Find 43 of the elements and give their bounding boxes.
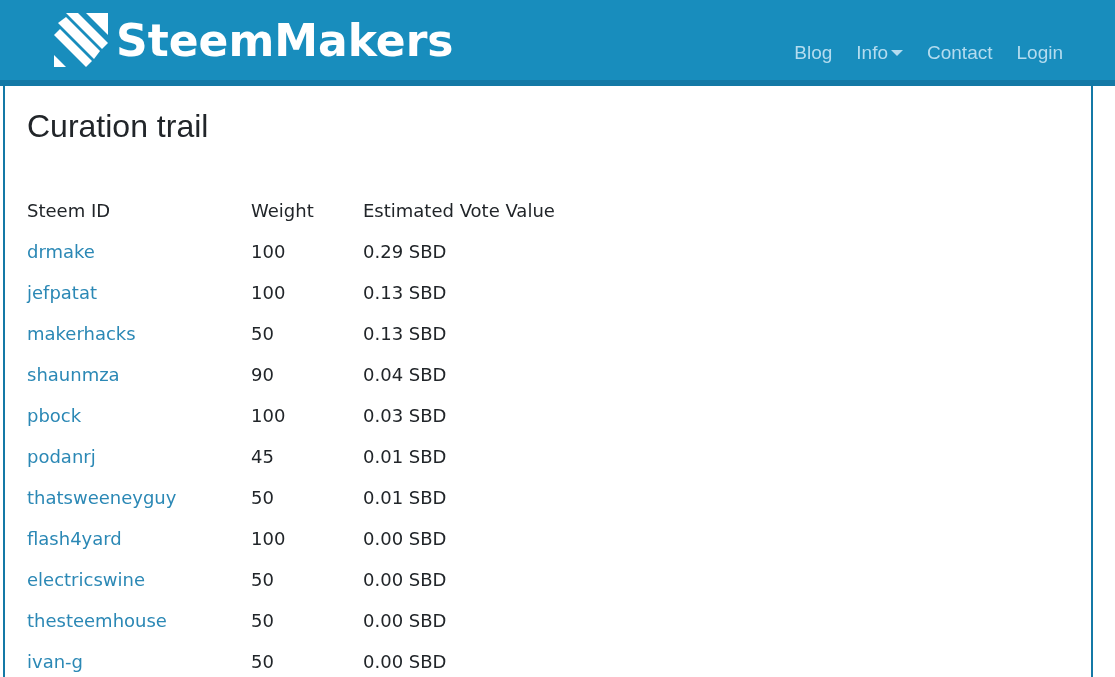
vote-value-cell-text: 0.29 SBD <box>363 240 448 264</box>
vote-value-cell-text: 0.03 SBD <box>363 404 448 428</box>
user-link[interactable]: shaunmza <box>27 364 120 385</box>
user-link[interactable]: electricswine <box>27 569 145 590</box>
weight-cell-text: 50 <box>251 650 275 674</box>
vote-value-cell-text: 0.13 SBD <box>363 322 448 346</box>
user-link[interactable]: flash4yard <box>27 528 122 549</box>
vote-value-cell-text: 0.01 SBD <box>363 486 448 510</box>
weight-cell-text: 100 <box>251 527 287 551</box>
logo-icon <box>52 11 110 69</box>
column-header: Weight <box>251 199 315 223</box>
page-title: Curation trail <box>27 108 209 145</box>
user-link[interactable]: makerhacks <box>27 323 136 344</box>
vote-value-cell-text: 0.01 SBD <box>363 445 448 469</box>
nav-link[interactable]: Contact <box>927 42 993 64</box>
weight-cell-text: 50 <box>251 609 275 633</box>
user-link[interactable]: pbock <box>27 405 82 426</box>
weight-cell-text: 100 <box>251 240 287 264</box>
user-link[interactable]: ivan-g <box>27 651 83 672</box>
vote-value-cell-text: 0.00 SBD <box>363 568 448 592</box>
user-link[interactable]: jefpatat <box>27 282 97 303</box>
vote-value-cell-text: 0.13 SBD <box>363 281 448 305</box>
column-header: Steem ID <box>27 190 251 231</box>
weight-cell-text: 100 <box>251 281 287 305</box>
weight-cell-text: 50 <box>251 322 275 346</box>
user-link[interactable]: podanrj <box>27 446 96 467</box>
weight-cell-text: 50 <box>251 568 275 592</box>
vote-value-cell-text: 0.00 SBD <box>363 527 448 551</box>
weight-cell-text: 90 <box>251 363 275 387</box>
nav-dropdown[interactable]: Info <box>856 42 903 64</box>
weight-cell-text: 45 <box>251 445 275 469</box>
nav-link[interactable]: Blog <box>794 42 833 64</box>
column-header: Estimated Vote Value <box>363 199 555 223</box>
logo-text[interactable]: SteemMakers <box>116 14 454 66</box>
user-link[interactable]: thatsweeneyguy <box>27 487 177 508</box>
user-link[interactable]: drmake <box>27 241 95 262</box>
weight-cell-text: 100 <box>251 404 287 428</box>
nav-link[interactable]: Login <box>1016 42 1063 64</box>
weight-cell-text: 50 <box>251 486 275 510</box>
vote-value-cell-text: 0.00 SBD <box>363 609 448 633</box>
vote-value-cell-text: 0.00 SBD <box>363 650 448 674</box>
vote-value-cell-text: 0.04 SBD <box>363 363 448 387</box>
user-link[interactable]: thesteemhouse <box>27 610 167 631</box>
